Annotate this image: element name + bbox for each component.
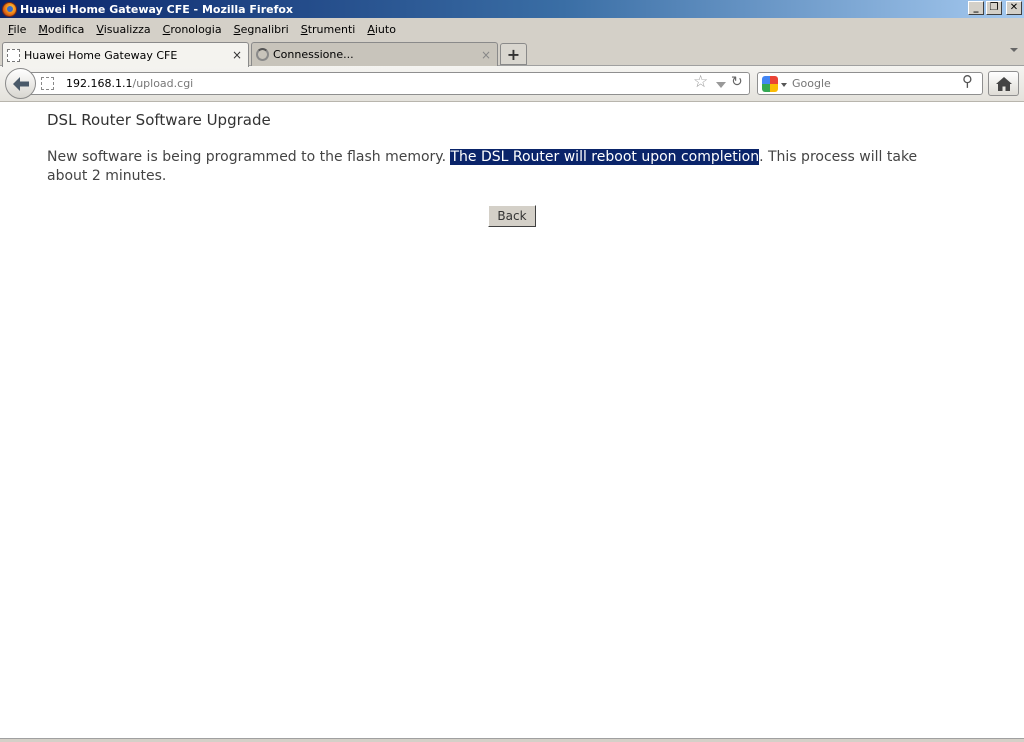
close-tab-icon[interactable]: × xyxy=(479,48,493,62)
home-icon xyxy=(995,76,1012,91)
firefox-logo-icon xyxy=(2,1,17,17)
back-button[interactable] xyxy=(5,68,36,99)
site-identity-icon[interactable] xyxy=(41,77,54,90)
search-input[interactable] xyxy=(792,75,952,92)
menu-aiuto[interactable]: Aiuto xyxy=(361,23,402,36)
minimize-button[interactable]: _ xyxy=(968,1,984,15)
window-title: Huawei Home Gateway CFE - Mozilla Firefo… xyxy=(20,2,294,16)
search-bar[interactable]: ⚲ xyxy=(757,72,983,95)
tab-huawei-gateway[interactable]: Huawei Home Gateway CFE × xyxy=(2,42,249,67)
tab-connessione[interactable]: Connessione... × xyxy=(251,42,498,66)
tab-label: Connessione... xyxy=(273,48,354,61)
selected-text: The DSL Router will reboot upon completi… xyxy=(450,149,760,165)
close-window-button[interactable]: ✕ xyxy=(1006,1,1022,15)
magnifier-icon[interactable]: ⚲ xyxy=(962,74,973,89)
reload-icon[interactable]: ↻ xyxy=(731,75,743,89)
menu-visualizza[interactable]: Visualizza xyxy=(90,23,156,36)
url-text[interactable]: 192.168.1.1/upload.cgi xyxy=(66,77,193,90)
menu-file[interactable]: File xyxy=(2,23,32,36)
bookmark-star-icon[interactable]: ☆ xyxy=(693,74,708,91)
close-tab-icon[interactable]: × xyxy=(230,48,244,62)
menu-segnalibri[interactable]: Segnalibri xyxy=(228,23,295,36)
menu-bar: File Modifica Visualizza Cronologia Segn… xyxy=(0,18,1024,40)
upgrade-message: New software is being programmed to the … xyxy=(47,149,918,184)
back-arrow-icon xyxy=(12,76,29,91)
google-icon[interactable] xyxy=(762,76,778,92)
tab-label: Huawei Home Gateway CFE xyxy=(24,48,178,62)
menu-cronologia[interactable]: Cronologia xyxy=(157,23,228,36)
page-title: DSL Router Software Upgrade xyxy=(47,111,271,129)
menu-modifica[interactable]: Modifica xyxy=(32,23,90,36)
page-content: DSL Router Software Upgrade New software… xyxy=(0,102,1024,738)
search-engine-dropdown-icon[interactable] xyxy=(781,83,787,87)
page-favicon-icon xyxy=(7,48,20,62)
url-bar[interactable]: 192.168.1.1/upload.cgi ☆ ↻ xyxy=(30,72,750,95)
window-title-bar[interactable]: Huawei Home Gateway CFE - Mozilla Firefo… xyxy=(0,0,1024,18)
new-tab-button[interactable]: + xyxy=(500,43,527,65)
menu-strumenti[interactable]: Strumenti xyxy=(295,23,362,36)
home-button[interactable] xyxy=(988,71,1019,96)
window-bottom-edge xyxy=(0,738,1024,742)
navigation-toolbar: 192.168.1.1/upload.cgi ☆ ↻ ⚲ xyxy=(0,66,1024,102)
restore-button[interactable]: ❐ xyxy=(986,1,1002,15)
loading-spinner-icon xyxy=(256,48,269,61)
tab-bar: Huawei Home Gateway CFE × Connessione...… xyxy=(0,40,1024,67)
url-history-dropdown-icon[interactable] xyxy=(716,82,726,88)
tab-list-dropdown-icon[interactable] xyxy=(1010,48,1018,52)
back-page-button[interactable]: Back xyxy=(488,205,536,227)
